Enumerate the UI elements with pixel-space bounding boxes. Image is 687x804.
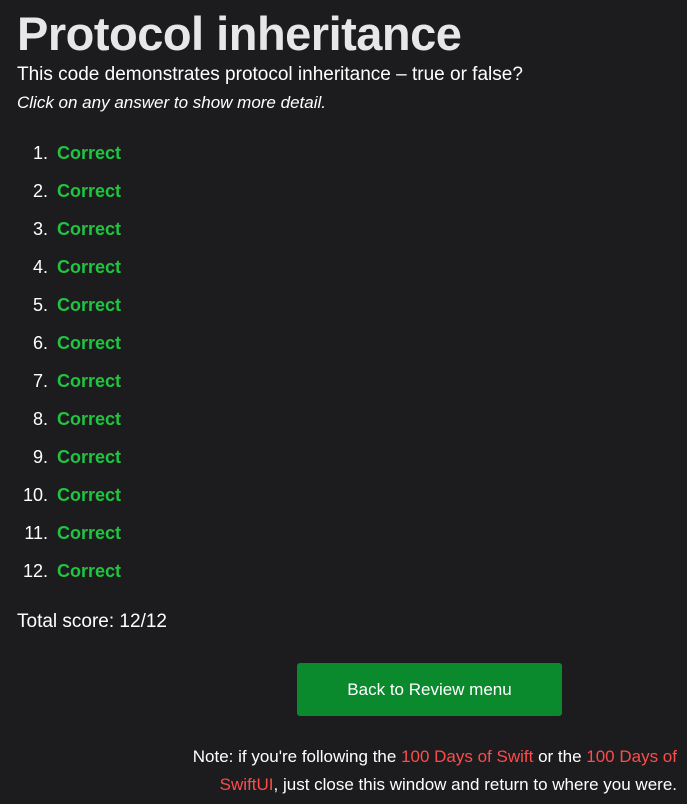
answer-result[interactable]: Correct — [57, 561, 121, 582]
answer-number: 11. — [24, 522, 48, 543]
answer-result[interactable]: Correct — [57, 219, 121, 240]
review-page: Protocol inheritance This code demonstra… — [0, 0, 687, 804]
answer-list: 1. Correct 2. Correct 3. Correct 4. Corr… — [0, 134, 121, 590]
answer-result[interactable]: Correct — [57, 485, 121, 506]
answer-result[interactable]: Correct — [57, 295, 121, 316]
answer-number: 7. — [32, 370, 48, 391]
answer-item-11[interactable]: 11. Correct — [0, 514, 121, 552]
answer-number: 9. — [32, 446, 48, 467]
answer-item-5[interactable]: 5. Correct — [0, 286, 121, 324]
page-title: Protocol inheritance — [17, 7, 462, 60]
answer-number: 1. — [32, 142, 48, 163]
answer-number: 8. — [32, 408, 48, 429]
answer-number: 5. — [32, 294, 48, 315]
note-prefix: Note: if you're following the — [192, 747, 402, 766]
note-suffix: , just close this window and return to w… — [273, 775, 677, 794]
answer-result[interactable]: Correct — [57, 143, 121, 164]
answer-number: 3. — [32, 218, 48, 239]
answer-number: 2. — [32, 180, 48, 201]
note-middle: or the — [533, 747, 587, 766]
answer-item-12[interactable]: 12. Correct — [0, 552, 121, 590]
link-100-days-of-swift[interactable]: 100 Days of Swift — [401, 747, 533, 766]
answer-result[interactable]: Correct — [57, 409, 121, 430]
answer-result[interactable]: Correct — [57, 447, 121, 468]
answer-item-1[interactable]: 1. Correct — [0, 134, 121, 172]
answer-result[interactable]: Correct — [57, 371, 121, 392]
answer-result[interactable]: Correct — [57, 523, 121, 544]
answer-item-8[interactable]: 8. Correct — [0, 400, 121, 438]
question-text: This code demonstrates protocol inherita… — [17, 64, 523, 85]
answer-item-2[interactable]: 2. Correct — [0, 172, 121, 210]
answer-item-10[interactable]: 10. Correct — [0, 476, 121, 514]
answer-result[interactable]: Correct — [57, 181, 121, 202]
total-score: Total score: 12/12 — [17, 611, 167, 632]
instruction-text: Click on any answer to show more detail. — [17, 93, 326, 112]
answer-item-4[interactable]: 4. Correct — [0, 248, 121, 286]
answer-item-7[interactable]: 7. Correct — [0, 362, 121, 400]
answer-number: 12. — [22, 560, 48, 581]
answer-item-6[interactable]: 6. Correct — [0, 324, 121, 362]
answer-item-3[interactable]: 3. Correct — [0, 210, 121, 248]
answer-result[interactable]: Correct — [57, 257, 121, 278]
answer-item-9[interactable]: 9. Correct — [0, 438, 121, 476]
answer-number: 6. — [32, 332, 48, 353]
answer-result[interactable]: Correct — [57, 333, 121, 354]
answer-number: 4. — [32, 256, 48, 277]
answer-number: 10. — [22, 484, 48, 505]
footer-note: Note: if you're following the 100 Days o… — [157, 743, 677, 799]
back-to-review-button[interactable]: Back to Review menu — [297, 663, 562, 716]
